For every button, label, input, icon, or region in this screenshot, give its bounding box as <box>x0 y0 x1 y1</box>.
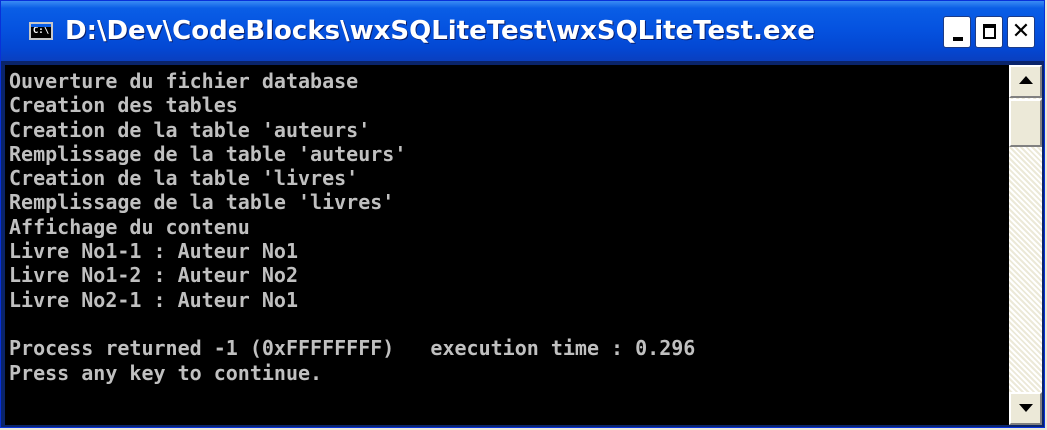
console-app-icon[interactable]: C:\ <box>29 22 53 40</box>
title-bar[interactable]: C:\ D:\Dev\CodeBlocks\wxSQLiteTest\wxSQL… <box>1 1 1044 61</box>
maximize-icon <box>983 24 996 39</box>
console-line: Livre No1-1 : Auteur No1 <box>9 239 298 264</box>
console-line: Livre No2-1 : Auteur No1 <box>9 287 298 312</box>
scroll-up-arrow-icon <box>1019 76 1033 84</box>
console-line: Livre No1-2 : Auteur No2 <box>9 263 298 288</box>
console-line: Ouverture du fichier database <box>9 69 359 93</box>
maximize-button[interactable] <box>975 16 1003 48</box>
close-button[interactable]: ✕ <box>1007 16 1035 48</box>
minimize-icon <box>953 37 963 41</box>
close-icon: ✕ <box>1011 19 1031 44</box>
console-line: Creation de la table 'livres' <box>9 166 359 191</box>
scroll-down-button[interactable] <box>1009 392 1042 425</box>
scrollbar-thumb[interactable] <box>1009 99 1042 147</box>
console-line: Creation de la table 'auteurs' <box>9 117 371 142</box>
vertical-scrollbar[interactable] <box>1009 65 1042 425</box>
console-line: Remplissage de la table 'livres' <box>9 190 395 215</box>
console-line: Press any key to continue. <box>9 360 323 385</box>
console-line: Affichage du contenu <box>9 214 250 239</box>
console-line: Creation des tables <box>9 93 238 118</box>
console-line: Process returned -1 (0xFFFFFFFF) executi… <box>9 336 696 361</box>
window-title: D:\Dev\CodeBlocks\wxSQLiteTest\wxSQLiteT… <box>65 16 815 46</box>
scroll-up-button[interactable] <box>1009 65 1042 98</box>
console-window: C:\ D:\Dev\CodeBlocks\wxSQLiteTest\wxSQL… <box>0 0 1045 428</box>
console-text: Ouverture du fichier database Creation de… <box>9 69 695 385</box>
scroll-down-arrow-icon <box>1019 404 1033 412</box>
icon-label: C:\ <box>32 26 50 36</box>
icon-title-strip <box>31 24 51 27</box>
console-line: Remplissage de la table 'auteurs' <box>9 141 407 166</box>
minimize-button[interactable] <box>943 16 971 48</box>
console-output-area[interactable]: Ouverture du fichier database Creation de… <box>5 65 1009 425</box>
